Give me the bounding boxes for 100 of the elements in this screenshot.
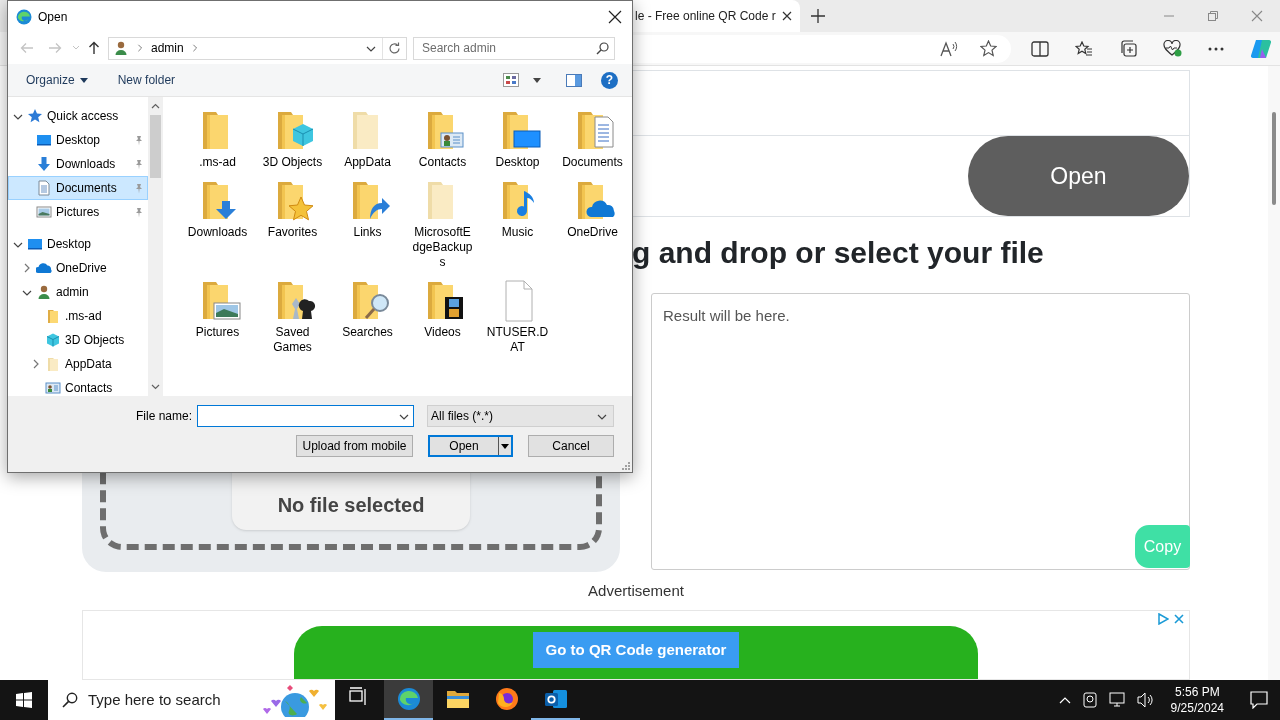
caret-icon[interactable]: [533, 77, 541, 83]
restore-icon[interactable]: [1207, 10, 1219, 22]
nav-tree-item[interactable]: Desktop: [8, 232, 148, 256]
chevron-down-icon[interactable]: [22, 288, 32, 296]
file-item[interactable]: NTUSER.DAT: [480, 277, 555, 355]
clock-date[interactable]: 9/25/2024: [1170, 700, 1224, 716]
search-icon[interactable]: [62, 692, 78, 708]
colorful-logo-icon[interactable]: [1250, 37, 1272, 60]
star-icon: [27, 108, 43, 124]
caret-icon: [79, 77, 88, 83]
taskbar-app-button[interactable]: [384, 680, 433, 720]
search-field[interactable]: Search admin: [413, 36, 615, 60]
preview-pane-icon[interactable]: [566, 73, 582, 87]
nav-tree-item[interactable]: Documents: [8, 176, 148, 200]
chevron-right-icon[interactable]: [31, 359, 41, 369]
star-outline-icon[interactable]: [980, 40, 997, 57]
help-button[interactable]: ?: [601, 71, 618, 89]
nav-tree-item[interactable]: Pictures: [8, 200, 148, 224]
up-arrow-icon[interactable]: [88, 41, 100, 55]
chevron-down-icon[interactable]: [399, 412, 409, 420]
chevron-down-icon[interactable]: [597, 412, 607, 420]
taskbar-search-box[interactable]: Type here to search: [48, 680, 335, 720]
file-item[interactable]: Saved Games: [255, 277, 330, 355]
search-icon[interactable]: [596, 41, 609, 55]
refresh-icon[interactable]: [388, 41, 401, 55]
file-name-label: File name:: [135, 408, 192, 425]
file-item[interactable]: Pictures: [180, 277, 255, 355]
favorites-icon[interactable]: [1075, 40, 1093, 57]
swirl-logo-icon[interactable]: [396, 687, 421, 711]
network-icon[interactable]: [1108, 692, 1125, 708]
file-item[interactable]: OneDrive: [555, 177, 630, 270]
collections-icon[interactable]: [1119, 40, 1137, 57]
split-screen-icon[interactable]: [1031, 40, 1049, 57]
view-options-icon[interactable]: [503, 73, 519, 87]
open-button[interactable]: Open: [968, 136, 1189, 216]
file-type-dropdown[interactable]: All files (*.*): [427, 405, 614, 427]
nav-tree-item[interactable]: AppData: [8, 352, 148, 376]
scrollbar[interactable]: [148, 97, 163, 396]
plus-icon[interactable]: [811, 9, 825, 23]
more-icon[interactable]: [1208, 46, 1224, 51]
toolbar-button[interactable]: Organize: [18, 68, 96, 92]
toolbar-button[interactable]: New folder: [109, 68, 184, 92]
dialog-button[interactable]: Cancel: [528, 435, 614, 457]
heart-pulse-icon[interactable]: [1163, 40, 1182, 57]
dialog-title: Open: [38, 8, 68, 26]
file-item[interactable]: Desktop: [480, 107, 555, 170]
chevron-down-icon[interactable]: [366, 44, 376, 52]
read-aloud-icon[interactable]: [940, 40, 958, 57]
resize-grip-icon[interactable]: [622, 462, 630, 470]
file-item[interactable]: Contacts: [405, 107, 480, 170]
scrollbar[interactable]: [1268, 66, 1280, 680]
dialog-button[interactable]: Open: [428, 435, 513, 457]
chevron-down-icon[interactable]: [151, 384, 160, 390]
nav-tree-item[interactable]: Desktop: [8, 128, 148, 152]
file-item[interactable]: Videos: [405, 277, 480, 355]
file-item[interactable]: Music: [480, 177, 555, 270]
file-item[interactable]: MicrosoftEdgeBackups: [405, 177, 480, 270]
nav-tree-item[interactable]: 3D Objects: [8, 328, 148, 352]
nav-tree-item[interactable]: admin: [8, 280, 148, 304]
nav-tree-item[interactable]: .ms-ad: [8, 304, 148, 328]
scrollbar-thumb[interactable]: [150, 115, 161, 178]
file-item[interactable]: Links: [330, 177, 405, 270]
ad-info-icon[interactable]: [1157, 613, 1169, 625]
fox-globe-icon[interactable]: [494, 687, 519, 711]
file-name-field[interactable]: [197, 405, 414, 427]
breadcrumb-item[interactable]: admin: [151, 39, 184, 57]
cloud-icon: [36, 260, 52, 276]
four-panes-icon[interactable]: [16, 692, 32, 708]
close-icon[interactable]: [608, 9, 622, 24]
dialog-button[interactable]: Upload from mobile: [296, 435, 413, 457]
mail-app-icon[interactable]: [543, 687, 568, 711]
nav-tree-item[interactable]: OneDrive: [8, 256, 148, 280]
file-item[interactable]: 3D Objects: [255, 107, 330, 170]
file-item[interactable]: Searches: [330, 277, 405, 355]
folder-icon: [45, 308, 61, 324]
cube-icon: [45, 332, 61, 348]
chevron-right-icon[interactable]: [22, 263, 32, 273]
file-item[interactable]: Downloads: [180, 177, 255, 270]
notification-icon[interactable]: [1250, 691, 1268, 709]
file-status-text: No file selected: [277, 493, 425, 518]
file-item[interactable]: Documents: [555, 107, 630, 170]
file-item[interactable]: AppData: [330, 107, 405, 170]
dropdown-arrow-icon[interactable]: [499, 442, 511, 450]
nav-tree-item[interactable]: Quick access: [8, 104, 148, 128]
scrollbar-thumb[interactable]: [1272, 112, 1276, 205]
speaker-icon[interactable]: [1136, 692, 1155, 708]
chevron-down-icon[interactable]: [13, 112, 23, 120]
clock-time[interactable]: 5:56 PM: [1174, 684, 1220, 700]
chevron-down-icon[interactable]: [13, 240, 23, 248]
user-icon: [36, 284, 52, 300]
nav-tree-item[interactable]: Contacts: [8, 376, 148, 396]
nav-tree-item[interactable]: Downloads: [8, 152, 148, 176]
camera-device-icon[interactable]: [1082, 692, 1097, 708]
page-heading: g and drop or select your file: [632, 234, 1044, 271]
browser-tab[interactable]: le - Free online QR Code r: [633, 0, 800, 32]
file-item[interactable]: .ms-ad: [180, 107, 255, 170]
address-field[interactable]: admin: [108, 36, 407, 60]
file-item[interactable]: Favorites: [255, 177, 330, 270]
monitor-icon: [27, 236, 43, 252]
close-icon[interactable]: [782, 11, 792, 21]
